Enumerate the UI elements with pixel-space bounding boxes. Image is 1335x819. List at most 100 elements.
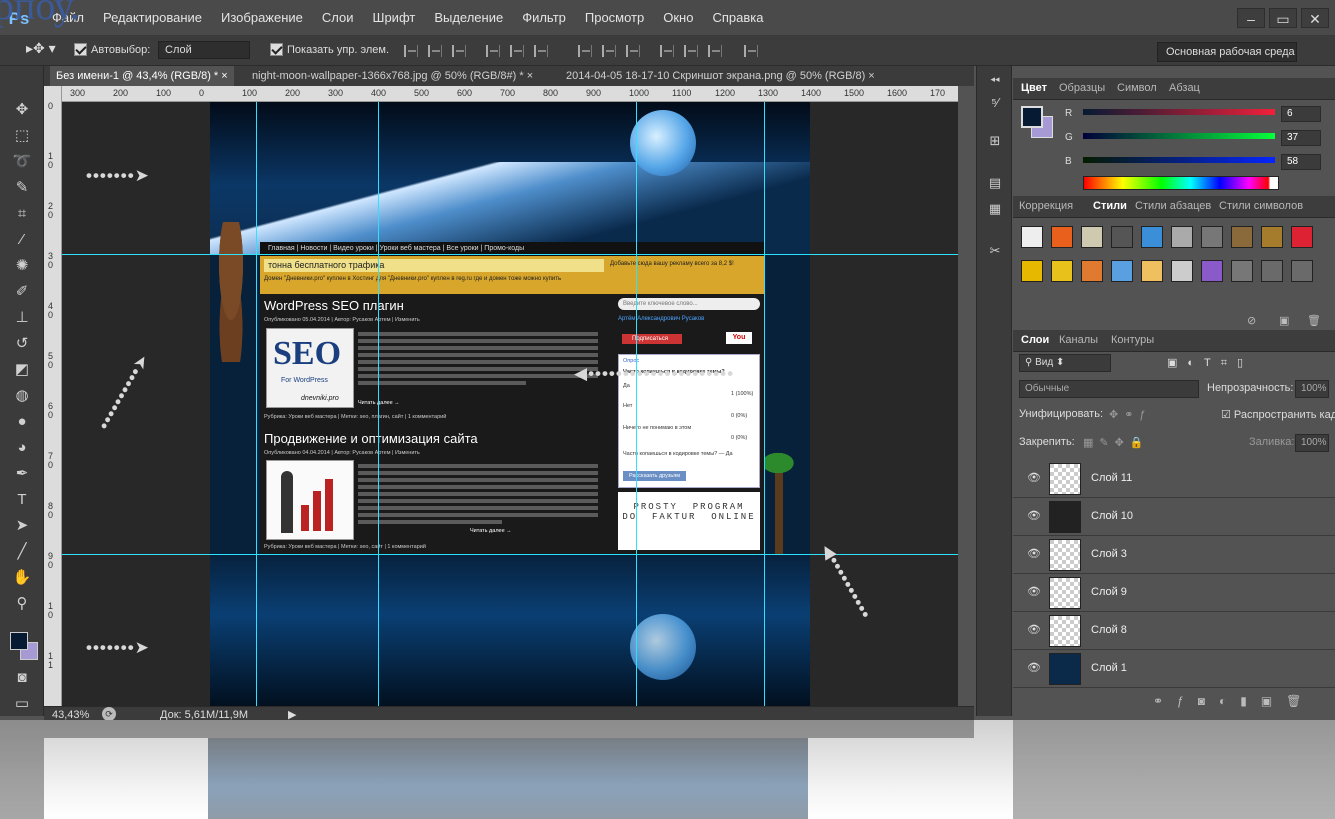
g-slider[interactable] xyxy=(1083,133,1275,139)
move-tool-icon[interactable]: ▸✥ ▾ xyxy=(26,40,56,57)
style-swatch[interactable] xyxy=(1141,226,1163,248)
style-swatch[interactable] xyxy=(1171,260,1193,282)
lock-icons[interactable]: ▦✎✥🔒 xyxy=(1083,436,1150,449)
distribute-right-icon[interactable] xyxy=(708,45,722,57)
layer-name[interactable]: Слой 3 xyxy=(1091,548,1127,560)
screen-mode-icon[interactable]: ▭ xyxy=(10,692,34,716)
crop-tool-icon[interactable]: ⌗ xyxy=(10,202,34,226)
style-swatch[interactable] xyxy=(1081,260,1103,282)
guide-vertical[interactable] xyxy=(764,102,765,706)
tab-character[interactable]: Символ xyxy=(1117,82,1157,94)
menu-view[interactable]: Просмотр xyxy=(585,10,644,25)
style-swatch[interactable] xyxy=(1201,260,1223,282)
quick-mask-icon[interactable]: ◙ xyxy=(10,666,34,690)
clone-stamp-icon[interactable]: ⊥ xyxy=(10,306,34,330)
style-swatch[interactable] xyxy=(1111,260,1133,282)
dodge-tool-icon[interactable]: ◕ xyxy=(10,436,34,460)
layer-row[interactable]: 👁 Слой 10 xyxy=(1013,498,1335,536)
layer-row[interactable]: 👁 Слой 1 xyxy=(1013,650,1335,688)
align-left-icon[interactable] xyxy=(486,45,500,57)
eyedropper-tool-icon[interactable]: ⁄ xyxy=(10,228,34,252)
info-panel-icon[interactable]: ▤ xyxy=(985,174,1005,192)
brush-tool-icon[interactable]: ✐ xyxy=(10,280,34,304)
b-value[interactable]: 58 xyxy=(1281,154,1321,170)
move-tool-icon[interactable]: ✥ xyxy=(10,98,34,122)
history-brush-icon[interactable]: ↺ xyxy=(10,332,34,356)
distribute-vcenter-icon[interactable] xyxy=(602,45,616,57)
tab-paragraph-styles[interactable]: Стили абзацев xyxy=(1135,200,1211,212)
guide-horizontal[interactable] xyxy=(62,254,958,255)
menu-select[interactable]: Выделение xyxy=(434,10,503,25)
collapse-icon[interactable]: ◂◂ xyxy=(985,70,1005,88)
fill-input[interactable]: 100% xyxy=(1295,434,1329,452)
close-button[interactable]: ✕ xyxy=(1301,8,1329,28)
style-swatch[interactable] xyxy=(1081,226,1103,248)
blend-mode-dropdown[interactable]: Обычные xyxy=(1019,380,1199,398)
paint-bucket-icon[interactable]: ◍ xyxy=(10,384,34,408)
unify-icons[interactable]: ✥⚭ƒ xyxy=(1109,408,1152,421)
r-slider[interactable] xyxy=(1083,109,1275,115)
auto-align-icon[interactable] xyxy=(744,45,758,57)
align-top-icon[interactable] xyxy=(404,45,418,57)
blur-tool-icon[interactable]: ● xyxy=(10,410,34,434)
layers-footer-icons[interactable]: ⚭ƒ◙◐▮▣🗑 xyxy=(1153,694,1315,708)
restore-button[interactable]: ▭ xyxy=(1269,8,1297,28)
tab-channels[interactable]: Каналы xyxy=(1059,334,1098,346)
guide-vertical[interactable] xyxy=(636,102,637,706)
tab-untitled[interactable]: Без имени-1 @ 43,4% (RGB/8) * × xyxy=(50,66,234,86)
align-hcenter-icon[interactable] xyxy=(510,45,524,57)
clear-style-icon[interactable]: ⊘ xyxy=(1247,314,1256,327)
distribute-left-icon[interactable] xyxy=(660,45,674,57)
style-swatch[interactable] xyxy=(1021,260,1043,282)
style-swatch[interactable] xyxy=(1051,260,1073,282)
menu-filter[interactable]: Фильтр xyxy=(522,10,566,25)
eye-icon[interactable]: 👁 xyxy=(1027,547,1041,560)
workspace-dropdown[interactable]: Основная рабочая среда xyxy=(1157,42,1297,62)
b-slider[interactable] xyxy=(1083,157,1275,163)
eye-icon[interactable]: 👁 xyxy=(1027,471,1041,484)
tab-layers[interactable]: Слои xyxy=(1021,334,1049,346)
minimize-button[interactable]: – xyxy=(1237,8,1265,28)
g-value[interactable]: 37 xyxy=(1281,130,1321,146)
menu-help[interactable]: Справка xyxy=(712,10,763,25)
path-select-icon[interactable]: ➤ xyxy=(10,514,34,538)
distribute-hcenter-icon[interactable] xyxy=(684,45,698,57)
style-swatch[interactable] xyxy=(1261,260,1283,282)
layer-name[interactable]: Слой 1 xyxy=(1091,662,1127,674)
tab-night-moon[interactable]: night-moon-wallpaper-1366x768.jpg @ 50% … xyxy=(246,66,539,86)
marquee-tool-icon[interactable]: ⬚ xyxy=(10,124,34,148)
menu-window[interactable]: Окно xyxy=(663,10,693,25)
hand-tool-icon[interactable]: ✋ xyxy=(10,566,34,590)
layer-name[interactable]: Слой 9 xyxy=(1091,586,1127,598)
eye-icon[interactable]: 👁 xyxy=(1027,623,1041,636)
eye-icon[interactable]: 👁 xyxy=(1027,509,1041,522)
distribute-bottom-icon[interactable] xyxy=(626,45,640,57)
opacity-input[interactable]: 100% xyxy=(1295,380,1329,398)
menu-layers[interactable]: Слои xyxy=(322,10,354,25)
document-canvas[interactable]: Главная | Новости | Видео уроки | Уроки … xyxy=(210,102,810,706)
menu-edit[interactable]: Редактирование xyxy=(103,10,202,25)
style-swatch[interactable] xyxy=(1171,226,1193,248)
trash-icon[interactable]: 🗑 xyxy=(1307,314,1321,327)
new-style-icon[interactable]: ▣ xyxy=(1279,314,1289,327)
style-swatch[interactable] xyxy=(1291,226,1313,248)
layer-name[interactable]: Слой 11 xyxy=(1091,472,1132,484)
layer-row[interactable]: 👁 Слой 9 xyxy=(1013,574,1335,612)
show-controls-option[interactable]: Показать упр. элем. xyxy=(270,43,389,56)
menu-file[interactable]: Файл xyxy=(52,10,84,25)
canvas-area[interactable]: Главная | Новости | Видео уроки | Уроки … xyxy=(62,102,958,706)
tab-color[interactable]: Цвет xyxy=(1021,82,1047,94)
info-icon[interactable]: ⟳ xyxy=(102,707,116,721)
autoselect-dropdown[interactable]: Слой xyxy=(158,41,250,59)
eye-icon[interactable]: 👁 xyxy=(1027,585,1041,598)
style-swatch[interactable] xyxy=(1231,226,1253,248)
layer-row[interactable]: 👁 Слой 8 xyxy=(1013,612,1335,650)
foreground-color-swatch[interactable] xyxy=(1021,106,1043,128)
shape-tool-icon[interactable]: ╱ xyxy=(10,540,34,564)
style-swatch[interactable] xyxy=(1201,226,1223,248)
distribute-top-icon[interactable] xyxy=(578,45,592,57)
color-spectrum[interactable] xyxy=(1083,176,1279,190)
align-vcenter-icon[interactable] xyxy=(428,45,442,57)
layer-row[interactable]: 👁 Слой 11 xyxy=(1013,460,1335,498)
tab-paths[interactable]: Контуры xyxy=(1111,334,1154,346)
